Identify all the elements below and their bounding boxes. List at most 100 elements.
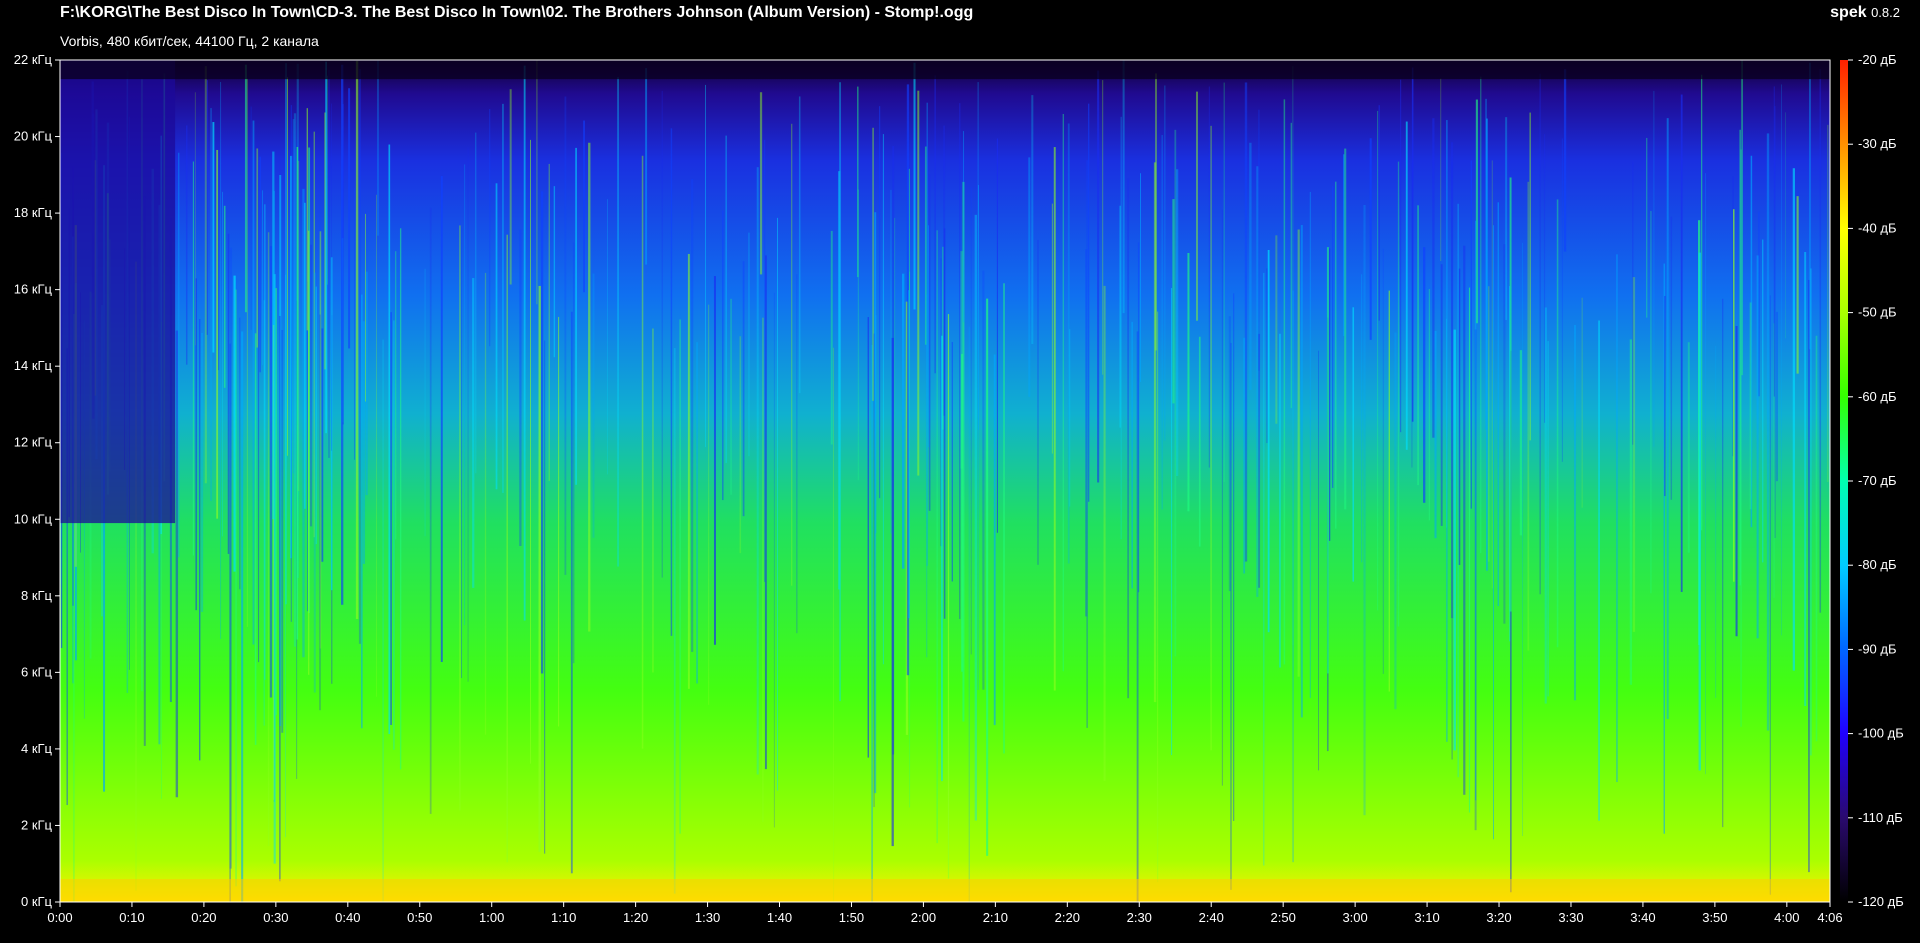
x-tick-label: 0:20 — [191, 910, 216, 925]
spectrogram-streak — [328, 69, 330, 458]
x-tick-label: 0:40 — [335, 910, 360, 925]
spectrogram-streak — [241, 331, 244, 902]
frequency-axis: 0 кГц 2 кГц 4 кГц 6 кГц 8 кГц 10 кГц 12 кГц 14 … — [14, 52, 60, 909]
spectrogram-streak — [1198, 336, 1201, 547]
spectrogram-streak — [341, 64, 344, 605]
spectrogram-streak — [1352, 307, 1355, 582]
spectrogram-streak — [440, 175, 443, 662]
spectrogram-streak — [1680, 94, 1683, 592]
spectrogram-streak — [1581, 297, 1583, 508]
spectrogram-streak — [195, 278, 198, 611]
spectrogram-streak — [178, 152, 180, 558]
spectrogram-streak — [968, 326, 970, 902]
spectrogram-streak — [1810, 268, 1812, 756]
spectrogram-streak — [1527, 181, 1530, 651]
spectrogram-streak — [641, 155, 644, 749]
spectrogram-streak — [1650, 210, 1652, 594]
spectrogram-streak — [502, 103, 504, 493]
spectrogram-streak — [475, 132, 477, 474]
spectrogram-streak — [1161, 135, 1163, 510]
scale-tick-label: -90 дБ — [1858, 641, 1897, 656]
x-tick-label: 2:40 — [1199, 910, 1224, 925]
spectrogram-streak — [239, 317, 241, 590]
spectrogram-streak — [1446, 318, 1447, 528]
spectrogram-streak — [901, 273, 905, 569]
spectrogram-streak — [592, 273, 595, 538]
spectrogram-streak — [304, 202, 306, 509]
x-tick-label: 0:10 — [119, 910, 144, 925]
y-tick-label: 0 кГц — [21, 894, 53, 909]
spectrogram-streak — [519, 229, 522, 547]
y-tick-label: 14 кГц — [14, 358, 53, 373]
spectrogram-streak — [1762, 239, 1764, 563]
spectrogram-streak — [362, 321, 366, 564]
x-tick-label: 1:30 — [695, 910, 720, 925]
spectrogram-streak — [564, 96, 567, 575]
spectrogram-streak — [1062, 113, 1064, 672]
spectrogram-streak — [1378, 105, 1380, 321]
spectrogram-streak — [1258, 333, 1261, 588]
intro-quiet-region — [60, 60, 176, 524]
spectrogram-streak — [739, 336, 742, 554]
spectrogram-streak — [867, 317, 870, 758]
spectrogram-streak — [273, 274, 276, 864]
spectrogram-streak — [730, 298, 732, 495]
spectrogram-streak — [942, 246, 944, 430]
spectrogram-streak — [1233, 293, 1235, 821]
spectrogram-streak — [1468, 287, 1471, 813]
spectrogram-streak — [210, 108, 212, 501]
spectrogram-streak — [617, 77, 619, 567]
spectrogram-streak — [1335, 181, 1337, 529]
spectrogram-streak — [262, 190, 263, 366]
spectrogram-streak — [1632, 277, 1636, 632]
spectrogram-streak — [1131, 321, 1133, 589]
time-axis: 0:00 0:10 0:20 0:30 0:40 0:50 1:00 1:10 1:20 1:30… — [47, 902, 1843, 925]
x-tick-label: 2:10 — [983, 910, 1008, 925]
y-tick-label: 8 кГц — [21, 588, 53, 603]
spectrogram-streak — [1756, 255, 1759, 639]
spectrogram-streak — [796, 274, 798, 634]
spectrogram-streak — [538, 285, 541, 852]
x-tick-label: 2:00 — [911, 910, 936, 925]
spectrogram-streak — [199, 319, 201, 761]
y-tick-label: 12 кГц — [14, 435, 53, 450]
spectrogram-streak — [246, 78, 248, 627]
spectrogram-streak — [1344, 148, 1347, 510]
spectrogram-streak — [306, 108, 308, 331]
spectrogram-streak — [558, 316, 560, 727]
scale-tick-label: -50 дБ — [1858, 305, 1897, 320]
spectrogram-streak — [1440, 264, 1443, 526]
spectrogram-streak — [583, 120, 585, 293]
spectrogram-streak — [1223, 82, 1225, 482]
spectrogram-streak — [1519, 350, 1523, 536]
spectrogram-streak — [313, 272, 316, 693]
spectrogram-streak — [220, 81, 222, 639]
spectrogram-streak — [1556, 199, 1559, 648]
spectrogram-streak — [1292, 290, 1294, 863]
spectrogram-streak — [691, 178, 694, 652]
scale-tick-label: -30 дБ — [1858, 136, 1897, 151]
spectrogram-streak — [1164, 85, 1166, 441]
spectrogram-streak — [943, 228, 946, 619]
spectrogram-streak — [871, 344, 873, 902]
spectrogram-streak — [874, 315, 877, 534]
spectrogram-streak — [212, 122, 215, 353]
spectrogram-streak — [1629, 339, 1633, 685]
spectrogram-streak — [892, 146, 895, 755]
spectrogram-streak — [996, 138, 998, 533]
spectrogram-streak — [1363, 204, 1366, 816]
spectrogram-streak — [1187, 252, 1190, 512]
spectrogram-streak — [1196, 91, 1198, 321]
spectrogram-streak — [1547, 341, 1549, 697]
spectrogram-streak — [1267, 249, 1270, 633]
x-tick-label: 3:50 — [1702, 910, 1727, 925]
spectrogram-streak — [1539, 73, 1541, 595]
spectrogram-streak — [1664, 295, 1666, 497]
spectrogram-streak — [1243, 337, 1246, 574]
spectrogram-streak — [1781, 84, 1782, 636]
x-tick-label: 3:10 — [1414, 910, 1439, 925]
spectrogram-streak — [269, 246, 273, 698]
spectrogram-streak — [358, 69, 361, 644]
spectrogram-streak — [229, 343, 231, 902]
scale-tick-label: -80 дБ — [1858, 557, 1897, 572]
